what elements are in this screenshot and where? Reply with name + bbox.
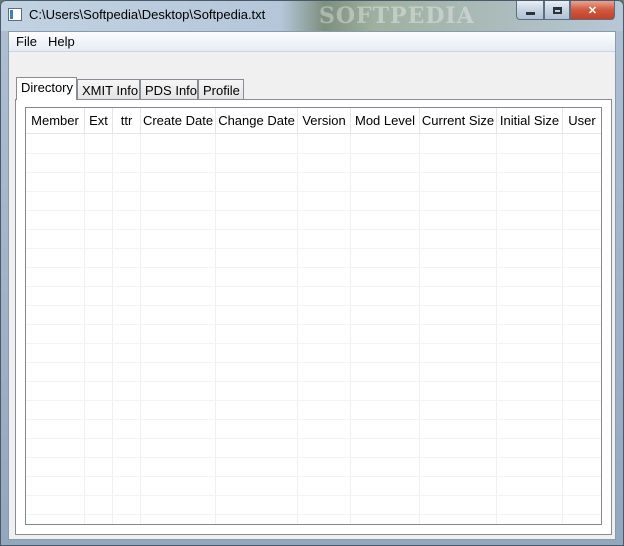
tab-profile[interactable]: Profile [198,79,244,99]
grid-row-line [26,191,601,192]
window-title: C:\Users\Softpedia\Desktop\Softpedia.txt [29,7,266,22]
grid-row-line [26,343,601,344]
watermark-logo: SOFTPEDIA [319,3,475,29]
grid-column-line [562,134,563,524]
column-header-version[interactable]: Version [298,108,351,133]
grid-row-line [26,419,601,420]
tab-directory[interactable]: Directory [16,77,77,100]
menu-bar: File Help [9,32,615,52]
grid-row-line [26,362,601,363]
grid-row-line [26,210,601,211]
column-header-change-date[interactable]: Change Date [216,108,298,133]
client-area: File Help Directory XMIT Info PDS Info P… [8,31,616,540]
title-bar[interactable]: C:\Users\Softpedia\Desktop\Softpedia.txt… [1,1,623,31]
grid-row-line [26,324,601,325]
tab-xmit-info[interactable]: XMIT Info [77,79,140,99]
column-header-initial-size[interactable]: Initial Size [497,108,563,133]
grid-row-line [26,286,601,287]
grid-row-line [26,172,601,173]
minimize-icon [525,11,535,15]
list-header: Member Ext ttr Create Date Change Date V… [26,108,601,134]
column-header-current-size[interactable]: Current Size [420,108,497,133]
close-icon: ✕ [587,4,598,17]
column-header-ttr[interactable]: ttr [113,108,141,133]
app-window: C:\Users\Softpedia\Desktop\Softpedia.txt… [0,0,624,546]
minimize-button[interactable] [516,1,544,20]
column-header-mod-level[interactable]: Mod Level [351,108,420,133]
grid-row-line [26,305,601,306]
grid-row-line [26,400,601,401]
maximize-icon [552,6,562,14]
grid-row-line [26,381,601,382]
grid-column-line [215,134,216,524]
grid-column-line [84,134,85,524]
grid-row-line [26,229,601,230]
grid-row-line [26,495,601,496]
grid-column-line [496,134,497,524]
grid-column-line [297,134,298,524]
grid-column-line [140,134,141,524]
grid-row-line [26,457,601,458]
maximize-button[interactable] [544,1,570,20]
tab-pds-info[interactable]: PDS Info [140,79,198,99]
app-icon[interactable] [8,8,22,21]
close-button[interactable]: ✕ [570,1,615,20]
grid-column-line [112,134,113,524]
grid-row-line [26,476,601,477]
grid-column-line [350,134,351,524]
column-header-create-date[interactable]: Create Date [141,108,216,133]
grid-row-line [26,438,601,439]
list-grid [26,134,601,524]
column-header-member[interactable]: Member [26,108,85,133]
grid-row-line [26,248,601,249]
menu-file[interactable]: File [16,34,37,49]
grid-row-line [26,153,601,154]
grid-row-line [26,514,601,515]
grid-row-line [26,267,601,268]
menu-help[interactable]: Help [48,34,75,49]
member-list[interactable]: Member Ext ttr Create Date Change Date V… [25,107,602,525]
grid-column-line [419,134,420,524]
column-header-ext[interactable]: Ext [85,108,113,133]
column-header-user[interactable]: User [563,108,601,133]
directory-panel: Member Ext ttr Create Date Change Date V… [15,99,612,535]
